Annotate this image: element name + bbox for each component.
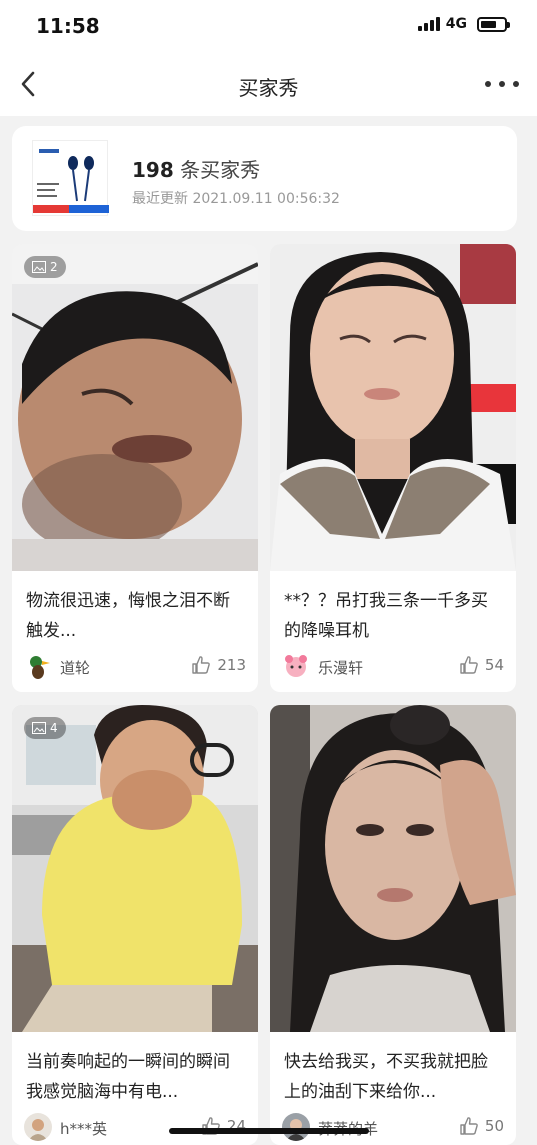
like-button[interactable]: 54 bbox=[459, 655, 504, 675]
page-title: 买家秀 bbox=[238, 76, 299, 100]
review-card[interactable]: **？？吊打我三条一千多买的降噪耳机 乐漫轩 54 bbox=[270, 244, 516, 692]
summary-card: 198 条买家秀 最近更新 2021.09.11 00:56:32 bbox=[12, 126, 517, 231]
review-card[interactable]: 4 当前奏响起的一瞬间的瞬间我感觉脑海中有电... h***英 24 bbox=[12, 705, 258, 1145]
review-photo[interactable]: 4 bbox=[12, 705, 258, 1032]
status-time: 11:58 bbox=[36, 14, 100, 38]
like-count: 54 bbox=[484, 656, 504, 674]
thumbs-up-icon bbox=[460, 1117, 478, 1135]
review-count-label: 条买家秀 bbox=[180, 158, 261, 182]
battery-icon bbox=[477, 16, 510, 32]
review-photo[interactable] bbox=[270, 244, 516, 571]
review-text: 当前奏响起的一瞬间的瞬间我感觉脑海中有电... bbox=[26, 1052, 230, 1102]
image-count: 4 bbox=[50, 721, 58, 735]
nav-bar: 买家秀 bbox=[0, 54, 537, 116]
home-indicator[interactable] bbox=[169, 1128, 369, 1134]
image-icon bbox=[32, 261, 46, 273]
avatar[interactable] bbox=[24, 1113, 52, 1141]
user-name[interactable]: h***英 bbox=[60, 1118, 107, 1139]
like-button[interactable]: 50 bbox=[459, 1116, 504, 1136]
review-footer: 乐漫轩 54 bbox=[282, 652, 504, 682]
status-indicators: 4G bbox=[417, 16, 510, 32]
image-count-badge: 2 bbox=[24, 256, 66, 278]
review-count-number: 198 bbox=[132, 158, 174, 182]
review-card[interactable]: 快去给我买，不买我就把脸上的油刮下来给你... 莽莽的羊 50 bbox=[270, 705, 516, 1145]
like-count: 213 bbox=[217, 656, 246, 674]
network-type: 4G bbox=[445, 16, 467, 32]
avatar[interactable] bbox=[282, 652, 310, 680]
avatar[interactable] bbox=[24, 652, 52, 680]
review-photo[interactable] bbox=[270, 705, 516, 1032]
avatar[interactable] bbox=[282, 1113, 310, 1141]
review-photo[interactable]: 2 bbox=[12, 244, 258, 571]
more-icon[interactable] bbox=[485, 72, 519, 96]
image-count-badge: 4 bbox=[24, 717, 66, 739]
product-thumbnail bbox=[32, 140, 109, 216]
review-text: **？？吊打我三条一千多买的降噪耳机 bbox=[284, 591, 488, 641]
review-card[interactable]: 2 物流很迅速，悔恨之泪不断触发... 道轮 213 bbox=[12, 244, 258, 692]
user-name[interactable]: 道轮 bbox=[60, 657, 90, 678]
review-footer: 道轮 213 bbox=[24, 652, 246, 682]
image-count: 2 bbox=[50, 260, 58, 274]
thumbs-up-icon bbox=[460, 656, 478, 674]
status-bar: 11:58 4G bbox=[0, 0, 537, 54]
user-name[interactable]: 乐漫轩 bbox=[318, 657, 363, 678]
like-count: 50 bbox=[484, 1117, 504, 1135]
signal-icon bbox=[417, 17, 440, 31]
review-count: 198 条买家秀 bbox=[132, 154, 260, 183]
like-button[interactable]: 213 bbox=[191, 655, 246, 675]
image-icon bbox=[32, 722, 46, 734]
review-text: 物流很迅速，悔恨之泪不断触发... bbox=[26, 591, 230, 641]
review-text: 快去给我买，不买我就把脸上的油刮下来给你... bbox=[284, 1052, 488, 1102]
thumbs-up-icon bbox=[192, 656, 211, 674]
last-updated: 最近更新 2021.09.11 00:56:32 bbox=[132, 191, 340, 207]
